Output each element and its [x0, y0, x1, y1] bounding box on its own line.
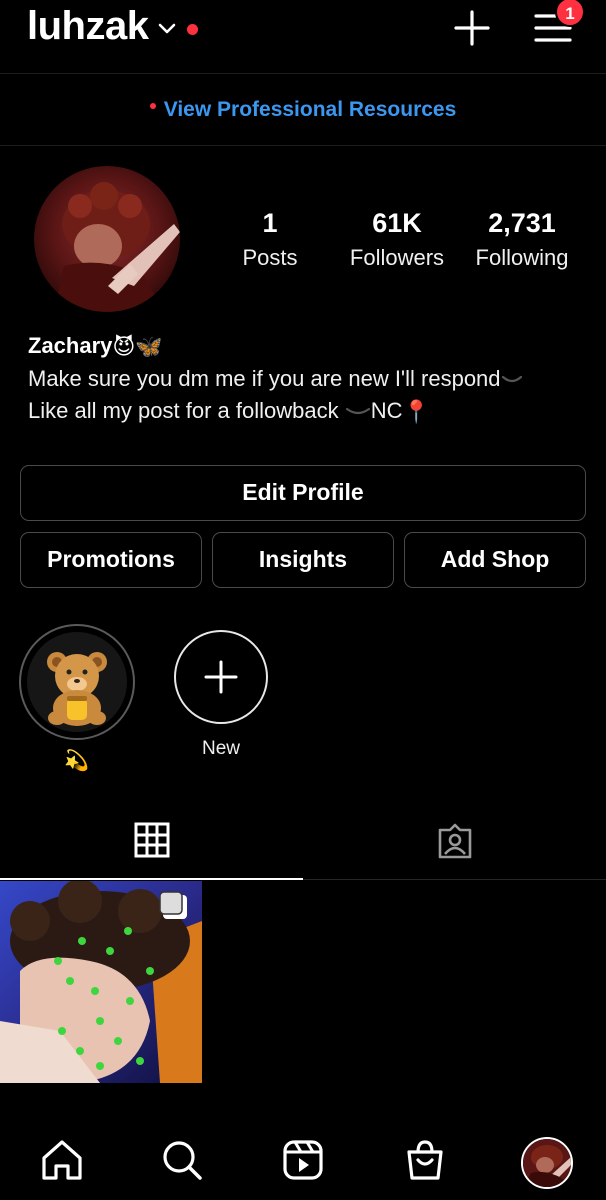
profile-tabs [0, 800, 606, 880]
display-name: Zachary [28, 333, 113, 358]
insights-button[interactable]: Insights [212, 532, 394, 588]
search-icon[interactable] [160, 1138, 204, 1182]
profile-bio: Zachary😈🦋 Make sure you dm me if you are… [28, 330, 588, 428]
tab-tagged[interactable] [303, 800, 606, 880]
devil-emoji: 😈 [112, 334, 136, 360]
posts-count: 1 [262, 208, 278, 238]
highlight-cover [27, 632, 127, 732]
create-plus-icon[interactable] [452, 8, 492, 48]
account-notification-dot [187, 24, 198, 35]
tagged-icon [438, 823, 472, 859]
avatar-image [34, 166, 180, 312]
pro-banner-label[interactable]: View Professional Resources [164, 98, 457, 121]
reels-icon[interactable] [281, 1138, 325, 1182]
bio-line-1-text: Make sure you dm me if you are new I'll … [28, 366, 501, 392]
posts-stat[interactable]: 1 Posts [230, 206, 310, 276]
shop-icon[interactable] [403, 1138, 447, 1182]
professional-resources-banner[interactable]: View Professional Resources [0, 74, 606, 146]
black-heart-icon [501, 376, 522, 383]
following-stat[interactable]: 2,731 Following [466, 206, 578, 276]
top-bar: luhzak 1 [0, 0, 606, 74]
home-icon[interactable] [40, 1138, 84, 1182]
plus-icon [204, 660, 238, 694]
butterfly-emoji: 🦋 [135, 334, 163, 360]
bottom-navigation [0, 1126, 606, 1200]
profile-avatar[interactable] [34, 166, 180, 312]
pin-emoji: 📍 [402, 399, 430, 425]
promotions-button[interactable]: Promotions [20, 532, 202, 588]
following-label: Following [475, 245, 569, 270]
display-name-row: Zachary😈🦋 [28, 330, 588, 363]
bio-line-1: Make sure you dm me if you are new I'll … [28, 363, 588, 395]
teddy-bear-icon [47, 652, 107, 726]
menu-notification-badge: 1 [555, 0, 585, 27]
post-image [0, 881, 202, 1083]
username-switcher[interactable]: luhzak [27, 4, 149, 49]
edit-profile-button[interactable]: Edit Profile [20, 465, 586, 521]
grid-icon [134, 822, 170, 858]
following-count: 2,731 [488, 208, 556, 238]
pro-banner-wrapper: View Professional Resources [149, 98, 457, 122]
followers-count: 61K [372, 208, 422, 238]
tab-posts-grid[interactable] [0, 800, 303, 880]
profile-tab-avatar[interactable] [521, 1137, 573, 1189]
followers-stat[interactable]: 61K Followers [338, 206, 456, 276]
pro-banner-dot [149, 103, 156, 110]
bio-line-2: Like all my post for a followback NC📍 [28, 395, 588, 428]
avatar-image-small [523, 1139, 571, 1187]
chevron-down-icon[interactable] [157, 22, 177, 36]
post-thumbnail[interactable] [0, 881, 202, 1083]
black-heart-icon [345, 408, 370, 415]
story-highlight-1[interactable] [19, 624, 135, 740]
followers-label: Followers [349, 245, 445, 270]
posts-label: Posts [242, 245, 298, 270]
add-shop-button[interactable]: Add Shop [404, 532, 586, 588]
new-highlight-button[interactable] [174, 630, 268, 724]
bio-line-2-text: Like all my post for a followback [28, 398, 345, 424]
highlight-1-label: 💫 [64, 750, 89, 772]
bio-nc-text: NC [370, 398, 403, 424]
new-highlight-label: New [201, 738, 240, 759]
